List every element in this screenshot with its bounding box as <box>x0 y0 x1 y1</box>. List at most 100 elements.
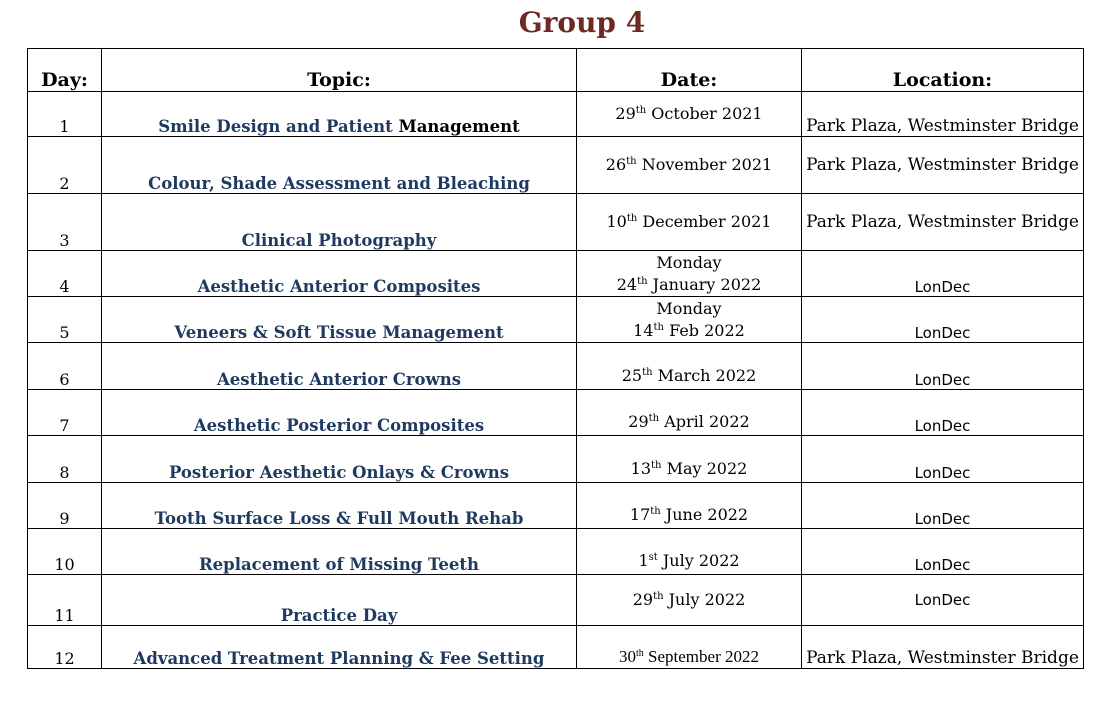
date-cell: 13th May 2022 <box>576 435 802 483</box>
topic-cell: Aesthetic Anterior Crowns <box>101 342 577 390</box>
header-topic: Topic: <box>101 48 577 92</box>
location-cell: Park Plaza, Westminster Bridge <box>801 193 1084 251</box>
table-row: 1 Smile Design and Patient Management 29… <box>27 91 1084 137</box>
date-suffix: th <box>653 591 664 602</box>
header-date: Date: <box>576 48 802 92</box>
table-header-row: Day: Topic: Date: Location: <box>27 48 1084 92</box>
date-suffix: th <box>637 275 648 287</box>
date-suffix: th <box>635 105 647 116</box>
location-cell: LonDec <box>801 435 1084 483</box>
date-month-year: December 2021 <box>637 212 772 231</box>
date-day: 10 <box>606 212 627 231</box>
date-day: 25 <box>621 366 643 385</box>
table-row: 10 Replacement of Missing Teeth 1st July… <box>27 528 1084 575</box>
date-month-year: October 2021 <box>646 104 763 123</box>
date-suffix: th <box>626 156 637 167</box>
date-suffix: th <box>626 213 638 224</box>
date-day: 29 <box>632 590 654 609</box>
table-row: 12 Advanced Treatment Planning & Fee Set… <box>27 625 1084 669</box>
date-suffix: th <box>651 460 662 471</box>
day-cell: 10 <box>27 528 102 575</box>
date-day: 24 <box>616 274 638 294</box>
date-weekday: Monday <box>656 252 722 272</box>
day-cell: 9 <box>27 482 102 529</box>
date-cell: 10th December 2021 <box>576 193 802 251</box>
location-cell: LonDec <box>801 389 1084 436</box>
date-day: 29 <box>628 412 649 431</box>
day-cell: 5 <box>27 296 102 343</box>
date-suffix: th <box>653 321 664 333</box>
topic-cell: Veneers & Soft Tissue Management <box>101 296 577 343</box>
topic-cell: Tooth Surface Loss & Full Mouth Rehab <box>101 482 577 529</box>
date-month-year: May 2022 <box>661 459 748 478</box>
day-cell: 4 <box>27 250 102 297</box>
topic-text: Smile Design and Patient <box>158 117 393 136</box>
date-cell: 30th September 2022 <box>576 625 802 669</box>
location-cell: LonDec <box>801 342 1084 390</box>
date-cell: 29th October 2021 <box>576 91 802 137</box>
date-day: 26 <box>605 155 627 174</box>
location-cell: LonDec <box>801 482 1084 529</box>
table-row: 4 Aesthetic Anterior Composites Monday 24… <box>27 250 1084 297</box>
topic-cell: Aesthetic Posterior Composites <box>101 389 577 436</box>
date-cell: 26th November 2021 <box>576 136 802 194</box>
topic-cell: Aesthetic Anterior Composites <box>101 250 577 297</box>
location-cell: Park Plaza, Westminster Bridge <box>801 625 1084 669</box>
topic-cell: Smile Design and Patient Management <box>101 91 577 137</box>
table-row: 11 Practice Day 29th July 2022 LonDec <box>27 574 1084 626</box>
date-cell: 25th March 2022 <box>576 342 802 390</box>
day-cell: 11 <box>27 574 102 626</box>
location-cell: LonDec <box>801 574 1084 626</box>
date-weekday: Monday <box>656 298 722 318</box>
location-cell: Park Plaza, Westminster Bridge <box>801 91 1084 137</box>
date-month-year: April 2022 <box>659 412 750 431</box>
date-day: 14 <box>633 320 654 340</box>
date-month-year: July 2022 <box>657 551 740 570</box>
day-cell: 6 <box>27 342 102 390</box>
location-cell: LonDec <box>801 296 1084 343</box>
date-suffix: th <box>636 648 644 659</box>
date-day: 17 <box>629 505 651 524</box>
date-cell: 1st July 2022 <box>576 528 802 575</box>
topic-text-dark: Management <box>398 117 520 136</box>
date-day: 13 <box>630 459 652 478</box>
day-cell: 8 <box>27 435 102 483</box>
date-suffix: st <box>648 552 658 563</box>
table-row: 5 Veneers & Soft Tissue Management Monda… <box>27 296 1084 343</box>
topic-cell: Practice Day <box>101 574 577 626</box>
date-suffix: th <box>650 506 661 517</box>
date-day: 30 <box>619 647 636 666</box>
topic-cell: Clinical Photography <box>101 193 577 251</box>
topic-cell: Replacement of Missing Teeth <box>101 528 577 575</box>
date-cell: Monday 24th January 2022 <box>576 250 802 297</box>
location-cell: LonDec <box>801 528 1084 575</box>
table-row: 7 Aesthetic Posterior Composites 29th Ap… <box>27 389 1084 436</box>
date-month-year: November 2021 <box>636 155 773 174</box>
date-month-year: September 2022 <box>643 647 759 666</box>
topic-cell: Posterior Aesthetic Onlays & Crowns <box>101 435 577 483</box>
day-cell: 2 <box>27 136 102 194</box>
date-month-year: March 2022 <box>652 366 757 385</box>
location-cell: LonDec <box>801 250 1084 297</box>
header-location: Location: <box>801 48 1084 92</box>
date-cell: Monday 14th Feb 2022 <box>576 296 802 343</box>
date-month-year: Feb 2022 <box>664 320 745 340</box>
table-row: 2 Colour, Shade Assessment and Bleaching… <box>27 136 1084 194</box>
header-day: Day: <box>27 48 102 92</box>
day-cell: 3 <box>27 193 102 251</box>
table-row: 3 Clinical Photography 10th December 202… <box>27 193 1084 251</box>
page-title: Group 4 <box>518 6 646 39</box>
day-cell: 1 <box>27 91 102 137</box>
date-cell: 29th April 2022 <box>576 389 802 436</box>
date-month-year: January 2022 <box>647 274 762 294</box>
date-suffix: th <box>648 413 660 424</box>
table-row: 9 Tooth Surface Loss & Full Mouth Rehab … <box>27 482 1084 529</box>
date-day: 29 <box>615 104 636 123</box>
date-suffix: th <box>642 367 653 378</box>
day-cell: 12 <box>27 625 102 669</box>
topic-cell: Colour, Shade Assessment and Bleaching <box>101 136 577 194</box>
table-row: 8 Posterior Aesthetic Onlays & Crowns 13… <box>27 435 1084 483</box>
day-cell: 7 <box>27 389 102 436</box>
date-cell: 29th July 2022 <box>576 574 802 626</box>
location-cell: Park Plaza, Westminster Bridge <box>801 136 1084 194</box>
